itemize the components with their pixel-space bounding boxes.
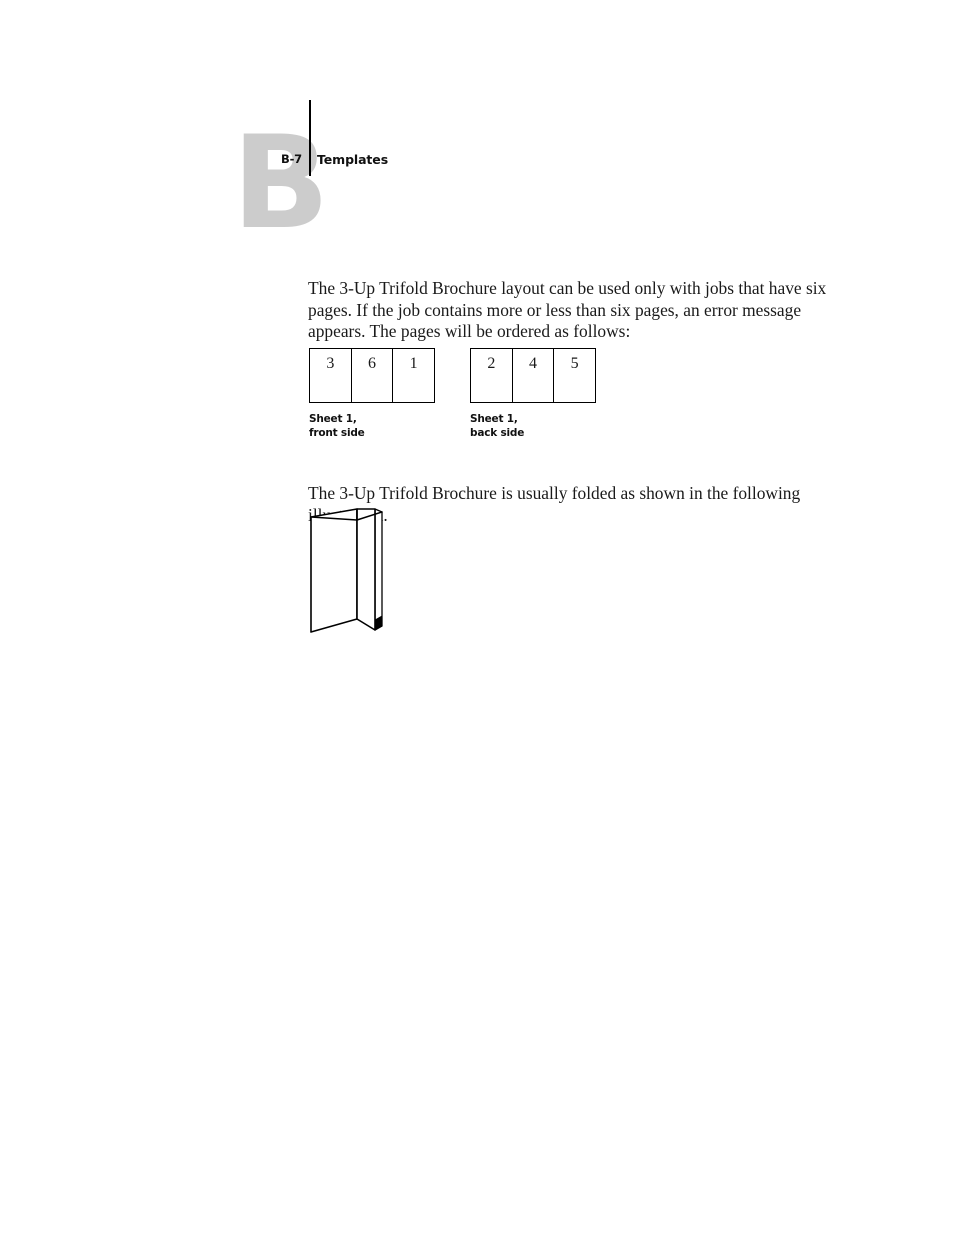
folded-brochure-illustration: [310, 508, 383, 633]
table-cell: 6: [352, 349, 394, 402]
page-header: B B-7 Templates: [0, 0, 954, 250]
imposition-table-front: 3 6 1: [309, 348, 435, 403]
sheet-back-caption: Sheet 1, back side: [470, 413, 525, 439]
intro-paragraph: The 3-Up Trifold Brochure layout can be …: [308, 278, 827, 342]
header-divider-rule: [309, 100, 311, 176]
chapter-letter-watermark: B: [232, 109, 330, 258]
sheet-front-caption: Sheet 1, front side: [309, 413, 365, 439]
running-head-title: Templates: [317, 152, 389, 167]
table-cell: 3: [310, 349, 352, 402]
table-cell: 2: [471, 349, 513, 402]
brochure-left-panel: [310, 508, 358, 633]
brochure-back-panel: [374, 508, 383, 631]
table-cell: 4: [513, 349, 555, 402]
sheet-front-side-figure: 3 6 1 Sheet 1, front side: [309, 348, 435, 440]
table-cell: 1: [409, 355, 418, 372]
sheet-back-side-figure: 2 4 5 Sheet 1, back side: [470, 348, 596, 440]
imposition-table-back: 2 4 5: [470, 348, 596, 403]
brochure-right-panel: [356, 508, 376, 631]
table-cell: 5: [570, 355, 579, 372]
page-folio: B-7: [281, 152, 302, 166]
